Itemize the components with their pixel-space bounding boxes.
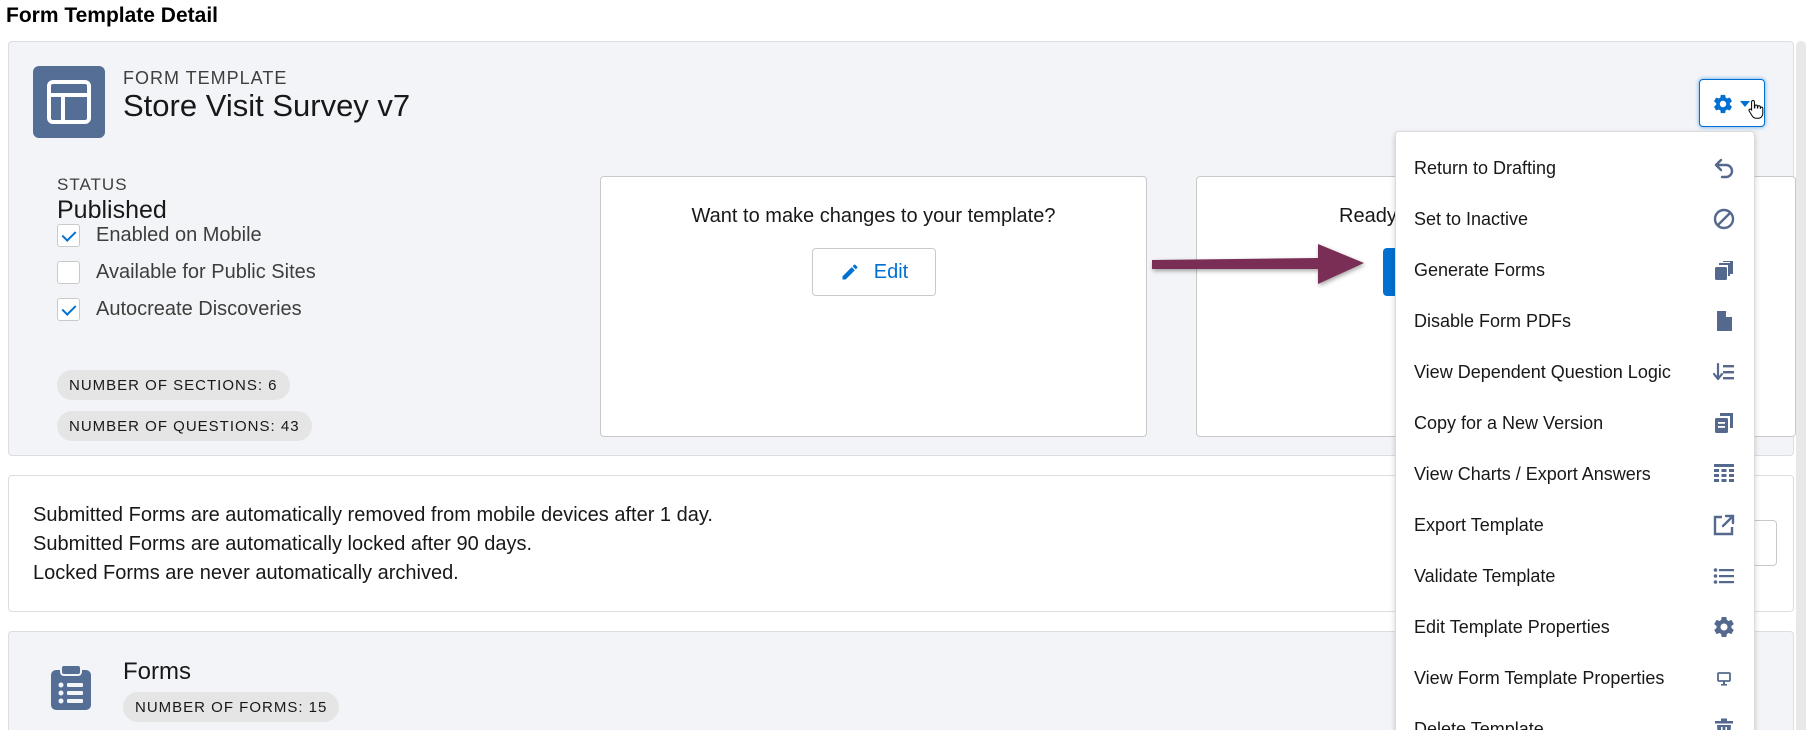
sort-list-icon (1712, 362, 1734, 381)
menu-item-label: Validate Template (1414, 565, 1556, 586)
checkbox-available-public-sites[interactable]: Available for Public Sites (57, 258, 316, 286)
menu-item-label: View Form Template Properties (1414, 667, 1665, 688)
edit-card-question: Want to make changes to your template? (691, 205, 1056, 227)
menu-item-edit-template-properties[interactable]: Edit Template Properties (1396, 602, 1754, 652)
checkbox[interactable] (57, 223, 80, 247)
menu-item-label: Return to Drafting (1414, 157, 1557, 178)
template-type-label: FORM TEMPLATE (123, 68, 288, 88)
menu-item-label: Export Template (1414, 514, 1544, 535)
clipboard-list-icon (51, 664, 91, 710)
edit-button[interactable]: Edit (812, 248, 936, 296)
menu-item-generate-forms[interactable]: Generate Forms (1396, 245, 1754, 295)
checkbox-label: Enabled on Mobile (96, 223, 262, 246)
form-template-icon (33, 66, 105, 138)
menu-item-delete-template[interactable]: Delete Template (1396, 704, 1754, 730)
gear-icon (1714, 617, 1734, 637)
actions-menu-button[interactable] (1699, 79, 1765, 127)
menu-item-set-to-inactive[interactable]: Set to Inactive (1396, 194, 1754, 244)
list-icon (1713, 568, 1734, 584)
pencil-icon (842, 264, 858, 280)
info-line: Submitted Forms are automatically remove… (33, 504, 713, 526)
info-line: Locked Forms are never automatically arc… (33, 562, 459, 584)
publish-card-question: Ready (1339, 205, 1397, 227)
checkbox-autocreate-discoveries[interactable]: Autocreate Discoveries (57, 295, 302, 323)
menu-item-label: View Dependent Question Logic (1414, 361, 1671, 382)
menu-item-label: Generate Forms (1414, 259, 1546, 280)
checkbox-label: Autocreate Discoveries (96, 297, 302, 320)
menu-item-label: Disable Form PDFs (1414, 310, 1572, 331)
menu-item-disable-form-pdfs[interactable]: Disable Form PDFs (1396, 296, 1754, 346)
template-name: Store Visit Survey v7 (123, 88, 411, 123)
hand-cursor-icon (1748, 99, 1764, 119)
menu-item-label: Edit Template Properties (1414, 616, 1610, 637)
edit-card: Want to make changes to your template? E… (600, 176, 1147, 437)
arrow-annotation-icon (1152, 244, 1364, 284)
actions-dropdown-menu: Return to Drafting Set to Inactive Gener… (1395, 131, 1755, 730)
file-icon (1717, 311, 1732, 331)
checkbox[interactable] (57, 297, 80, 321)
undo-icon (1714, 158, 1734, 179)
copy-stack-icon (1715, 261, 1733, 280)
copy-icon (1715, 413, 1733, 433)
menu-item-export-template[interactable]: Export Template (1396, 500, 1754, 550)
menu-item-return-to-drafting[interactable]: Return to Drafting (1396, 143, 1754, 193)
menu-item-copy-for-new-version[interactable]: Copy for a New Version (1396, 398, 1754, 448)
questions-count-badge: NUMBER OF QUESTIONS: 43 (57, 411, 312, 441)
sections-count-badge: NUMBER OF SECTIONS: 6 (57, 370, 290, 400)
menu-item-view-form-template-properties[interactable]: View Form Template Properties (1396, 653, 1754, 703)
menu-item-validate-template[interactable]: Validate Template (1396, 551, 1754, 601)
page-title: Form Template Detail (6, 4, 218, 27)
menu-item-label: View Charts / Export Answers (1414, 463, 1651, 484)
trash-icon (1715, 718, 1733, 730)
gear-icon (1714, 94, 1732, 114)
ban-icon (1713, 208, 1735, 230)
menu-item-label: Set to Inactive (1414, 208, 1529, 229)
checkbox-enabled-on-mobile[interactable]: Enabled on Mobile (57, 221, 262, 249)
external-link-icon (1713, 514, 1735, 536)
forms-count-badge: NUMBER OF FORMS: 15 (123, 692, 340, 722)
monitor-icon (1717, 672, 1731, 686)
menu-item-view-dependent-question-logic[interactable]: View Dependent Question Logic (1396, 347, 1754, 397)
page-scrollbar-track[interactable] (1796, 41, 1806, 730)
menu-item-label: Copy for a New Version (1414, 412, 1604, 433)
info-line: Submitted Forms are automatically locked… (33, 533, 533, 555)
menu-item-view-charts-export-answers[interactable]: View Charts / Export Answers (1396, 449, 1754, 499)
edit-button-label: Edit (873, 260, 909, 283)
menu-item-label: Delete Template (1414, 718, 1544, 730)
forms-title: Forms (123, 658, 191, 685)
status-label: STATUS (57, 175, 128, 194)
checkbox-label: Available for Public Sites (96, 260, 316, 283)
checkbox[interactable] (57, 260, 80, 284)
table-icon (1714, 464, 1734, 482)
